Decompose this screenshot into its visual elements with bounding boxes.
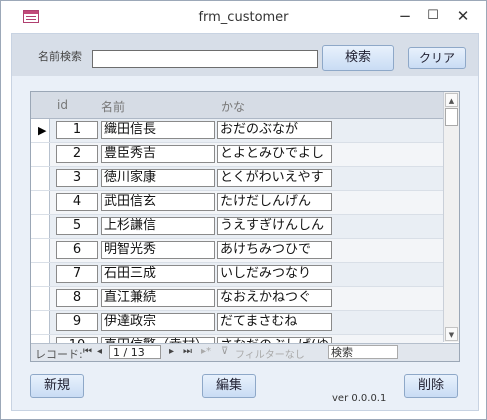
name-cell[interactable]: 武田信玄 bbox=[101, 193, 215, 211]
table-row[interactable]: ▶ 1 織田信長 おだのぶなが bbox=[31, 119, 443, 143]
record-selector[interactable]: ▶ bbox=[31, 119, 50, 142]
id-cell[interactable]: 9 bbox=[56, 313, 98, 331]
name-cell[interactable]: 伊達政宗 bbox=[101, 313, 215, 331]
form-window: frm_customer − ☐ ✕ 名前検索 検索 クリア id 名前 かな … bbox=[0, 0, 487, 420]
record-selector[interactable] bbox=[31, 287, 50, 310]
record-selector[interactable] bbox=[31, 167, 50, 190]
customer-form: 名前検索 検索 クリア id 名前 かな ▶ 1 織田信長 おだのぶなが 2 豊臣秀吉と… bbox=[11, 33, 479, 411]
record-selector[interactable] bbox=[31, 311, 50, 334]
name-cell[interactable]: 直江兼続 bbox=[101, 289, 215, 307]
id-cell[interactable]: 1 bbox=[56, 121, 98, 139]
scroll-up-icon[interactable]: ▲ bbox=[445, 93, 458, 107]
table-row[interactable]: 3 徳川家康 とくがわいえやす bbox=[31, 167, 443, 191]
list-rows: ▶ 1 織田信長 おだのぶなが 2 豊臣秀吉 とよとみひでよし 3 徳川家康 とくがわいえやす… bbox=[31, 119, 443, 359]
table-row[interactable]: 8 直江兼続 なおえかねつぐ bbox=[31, 287, 443, 311]
table-row[interactable]: 7 石田三成 いしだみつなり bbox=[31, 263, 443, 287]
id-cell[interactable]: 7 bbox=[56, 265, 98, 283]
previous-record-icon[interactable]: ◂ bbox=[97, 346, 102, 357]
clear-button[interactable]: クリア bbox=[408, 47, 466, 69]
id-cell[interactable]: 4 bbox=[56, 193, 98, 211]
name-cell[interactable]: 織田信長 bbox=[101, 121, 215, 139]
id-cell[interactable]: 6 bbox=[56, 241, 98, 259]
kana-cell[interactable]: とよとみひでよし bbox=[217, 145, 332, 163]
column-header-kana: かな bbox=[221, 100, 246, 114]
record-navigation-bar: レコード: ⏮ ◂ 1 / 13 ▸ ⏭ ▸* ⊽ フィルターなし 検索 bbox=[31, 343, 459, 361]
customer-list: id 名前 かな ▶ 1 織田信長 おだのぶなが 2 豊臣秀吉 とよとみひでよし 3 徳川家… bbox=[30, 91, 460, 362]
name-cell[interactable]: 徳川家康 bbox=[101, 169, 215, 187]
new-button[interactable]: 新規 bbox=[30, 374, 84, 398]
record-selector[interactable] bbox=[31, 263, 50, 286]
kana-cell[interactable]: とくがわいえやす bbox=[217, 169, 332, 187]
column-header-id: id bbox=[57, 98, 68, 112]
name-cell[interactable]: 明智光秀 bbox=[101, 241, 215, 259]
table-row[interactable]: 6 明智光秀 あけちみつひで bbox=[31, 239, 443, 263]
id-cell[interactable]: 5 bbox=[56, 217, 98, 235]
next-record-icon[interactable]: ▸ bbox=[169, 346, 174, 357]
first-record-icon[interactable]: ⏮ bbox=[83, 346, 92, 357]
delete-button[interactable]: 削除 bbox=[404, 374, 458, 398]
filter-status[interactable]: フィルターなし bbox=[235, 346, 305, 361]
kana-cell[interactable]: あけちみつひで bbox=[217, 241, 332, 259]
close-button[interactable]: ✕ bbox=[449, 5, 477, 27]
kana-cell[interactable]: うえすぎけんしん bbox=[217, 217, 332, 235]
filter-icon: ⊽ bbox=[221, 346, 229, 357]
minimize-button[interactable]: − bbox=[391, 5, 419, 27]
scroll-thumb[interactable] bbox=[445, 108, 458, 126]
id-cell[interactable]: 8 bbox=[56, 289, 98, 307]
kana-cell[interactable]: いしだみつなり bbox=[217, 265, 332, 283]
current-record-field[interactable]: 1 / 13 bbox=[109, 345, 161, 359]
name-cell[interactable]: 豊臣秀吉 bbox=[101, 145, 215, 163]
current-record-icon: ▶ bbox=[38, 124, 47, 137]
record-search-input[interactable]: 検索 bbox=[328, 345, 398, 359]
id-cell[interactable]: 3 bbox=[56, 169, 98, 187]
table-row[interactable]: 2 豊臣秀吉 とよとみひでよし bbox=[31, 143, 443, 167]
list-header: id 名前 かな bbox=[31, 92, 443, 119]
name-cell[interactable]: 石田三成 bbox=[101, 265, 215, 283]
kana-cell[interactable]: なおえかねつぐ bbox=[217, 289, 332, 307]
maximize-button[interactable]: ☐ bbox=[419, 5, 447, 27]
name-search-input[interactable] bbox=[92, 50, 318, 68]
version-label: ver 0.0.0.1 bbox=[332, 393, 387, 404]
id-cell[interactable]: 2 bbox=[56, 145, 98, 163]
name-cell[interactable]: 上杉謙信 bbox=[101, 217, 215, 235]
record-selector[interactable] bbox=[31, 143, 50, 166]
vertical-scrollbar[interactable]: ▲ ▼ bbox=[443, 92, 459, 342]
table-row[interactable]: 4 武田信玄 たけだしんげん bbox=[31, 191, 443, 215]
new-record-icon[interactable]: ▸* bbox=[201, 346, 211, 357]
search-label: 名前検索 bbox=[38, 50, 82, 63]
record-selector[interactable] bbox=[31, 215, 50, 238]
kana-cell[interactable]: だてまさむね bbox=[217, 313, 332, 331]
last-record-icon[interactable]: ⏭ bbox=[183, 346, 192, 357]
record-label: レコード: bbox=[35, 348, 83, 361]
kana-cell[interactable]: たけだしんげん bbox=[217, 193, 332, 211]
scroll-down-icon[interactable]: ▼ bbox=[445, 327, 458, 341]
table-row[interactable]: 5 上杉謙信 うえすぎけんしん bbox=[31, 215, 443, 239]
title-bar: frm_customer − ☐ ✕ bbox=[1, 1, 486, 33]
column-header-name: 名前 bbox=[101, 100, 126, 114]
table-row[interactable]: 9 伊達政宗 だてまさむね bbox=[31, 311, 443, 335]
search-button[interactable]: 検索 bbox=[322, 45, 394, 71]
kana-cell[interactable]: おだのぶなが bbox=[217, 121, 332, 139]
record-selector[interactable] bbox=[31, 239, 50, 262]
search-bar: 名前検索 検索 クリア bbox=[12, 34, 478, 76]
record-selector[interactable] bbox=[31, 191, 50, 214]
edit-button[interactable]: 編集 bbox=[202, 374, 256, 398]
